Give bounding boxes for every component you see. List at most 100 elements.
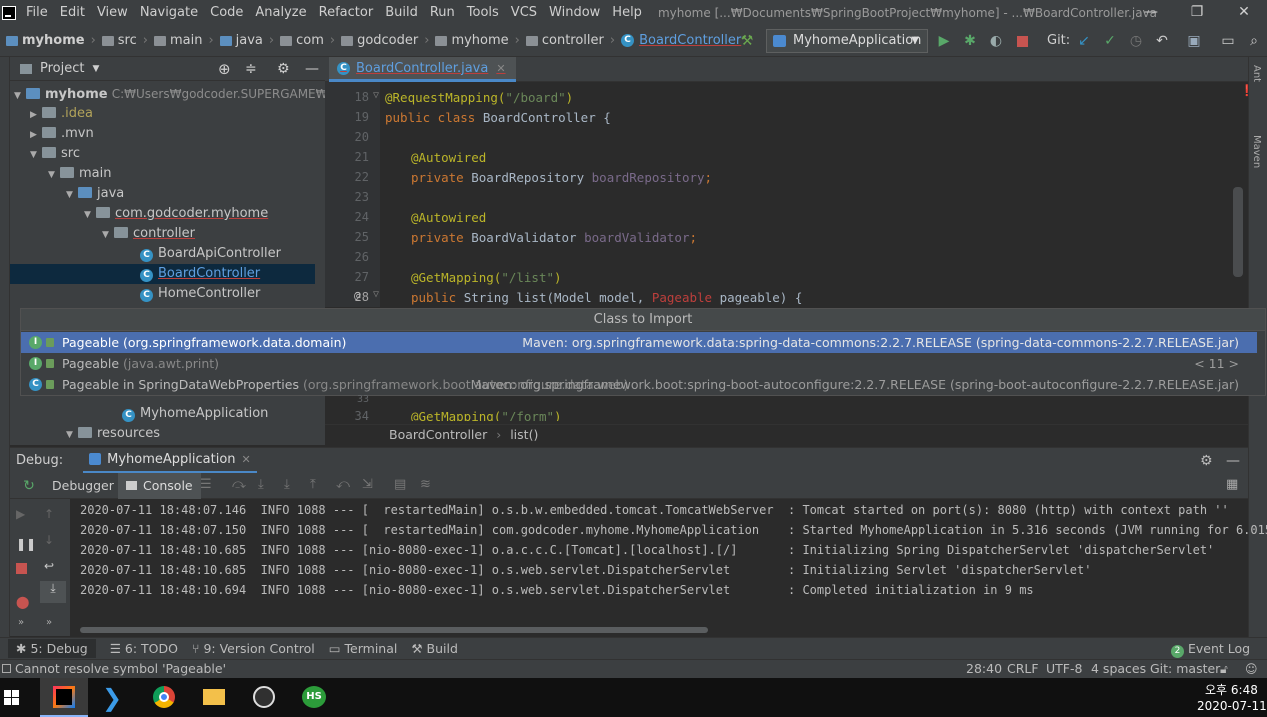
breadcrumb-method[interactable]: list() [510,427,538,442]
menu-analyze[interactable]: Analyze [249,0,312,25]
stop-icon[interactable] [16,563,27,574]
gear-icon[interactable]: ⚙ [1200,453,1213,469]
chevron-down-icon[interactable]: ▼ [92,64,99,74]
menu-help[interactable]: Help [606,0,648,25]
step-into-icon[interactable]: ⤓ [258,477,264,492]
close-icon[interactable]: ✕ [1221,0,1267,25]
expand-icon[interactable]: » [18,617,24,628]
debug-bug-icon[interactable]: ✱ [960,31,980,51]
tool-windows-icon[interactable] [2,664,11,673]
rollback-icon[interactable]: ↶ [1152,31,1172,51]
collapse-all-icon[interactable]: ≑ [245,61,257,77]
code-editor[interactable]: @RequestMapping("/board") public class B… [380,82,1254,307]
hide-icon[interactable]: — [305,61,319,77]
tree-java[interactable]: ▼ java [10,184,124,204]
restore-icon[interactable]: ❐ [1174,0,1220,25]
breadcrumb-godcoder[interactable]: godcoder › [341,33,429,48]
error-indicator-icon[interactable]: ❗ [1240,84,1254,97]
run-configuration-select[interactable]: MyhomeApplication ▼ [766,29,928,53]
pause-icon[interactable]: ❚❚ [16,537,36,551]
line-separator[interactable]: CRLF [1007,660,1039,678]
indent-setting[interactable]: 4 spaces [1091,660,1146,678]
git-commit-icon[interactable]: ✓ [1100,31,1120,51]
breadcrumb-com[interactable]: com › [280,33,335,48]
import-option-row[interactable]: C Pageable in SpringDataWebProperties (o… [21,374,1257,395]
tree-boardapicontroller[interactable]: C BoardApiController [10,244,281,264]
menu-icon[interactable]: ☰ [200,477,212,492]
breadcrumb-main[interactable]: main › [153,33,214,48]
console-output[interactable]: 2020-07-11 18:48:07.146 INFO 1088 --- [ … [70,499,1267,636]
taskbar-intellij[interactable] [40,678,88,717]
coverage-icon[interactable]: ◐ [986,31,1006,51]
minimize-icon[interactable]: — [1128,0,1174,25]
menu-navigate[interactable]: Navigate [134,0,204,25]
history-icon[interactable]: ◷ [1126,31,1146,51]
expand-icon[interactable]: » [46,617,52,628]
breadcrumb-controller[interactable]: controller › [525,33,615,48]
taskbar-time[interactable]: 오후 6:48 [1205,681,1258,698]
breadcrumb-java[interactable]: java › [219,33,274,48]
toolwindow-terminal[interactable]: ▭ Terminal [329,641,398,656]
menu-file[interactable]: File [20,0,54,25]
tab-console[interactable]: Console [118,473,201,499]
force-step-into-icon[interactable]: ⤓ [284,477,290,492]
rerun-icon[interactable]: ↻ [14,473,44,499]
tab-boardcontroller[interactable]: C BoardController.java ✕ [329,57,516,82]
tree-boardcontroller[interactable]: C BoardController [10,264,315,284]
taskbar-vscode[interactable]: ❯ [90,678,138,717]
menu-code[interactable]: Code [204,0,249,25]
presentation-icon[interactable]: ▭ [1218,31,1238,51]
toolwindow-todo[interactable]: ☰ 6: TODO [110,641,178,656]
taskbar-obs[interactable] [240,678,288,717]
soft-wrap-icon[interactable]: ↩ [44,559,54,573]
layout-icon[interactable]: ▦ [1226,477,1238,492]
taskbar-date[interactable]: 2020-07-11 [1197,699,1267,713]
tree-myhomeapplication[interactable]: C MyhomeApplication [10,404,268,424]
search-icon[interactable]: ⌕ [1244,31,1264,51]
menu-run[interactable]: Run [424,0,461,25]
toolwindow-version-control[interactable]: ⑂ 9: Version Control [192,641,315,656]
git-branch[interactable]: Git: master [1150,660,1220,678]
tree-root-myhome[interactable]: ▼ myhome C:₩Users₩godcoder.SUPERGAME₩Doc [10,84,351,104]
step-over-icon[interactable]: ⤼ [232,477,246,492]
tree-mvn[interactable]: ▶ .mvn [10,124,94,144]
breadcrumb-boardcontroller[interactable]: C BoardController [621,33,741,48]
inspector-icon[interactable]: ☺ [1245,660,1258,678]
project-view-select[interactable]: Project [40,61,84,76]
fold-icon[interactable]: ▽ [373,289,379,300]
breakpoints-icon[interactable]: ⬤ [16,595,29,609]
trace-icon[interactable]: ≋ [420,477,431,492]
menu-tools[interactable]: Tools [461,0,505,25]
taskbar-explorer[interactable] [190,678,238,717]
close-tab-icon[interactable]: ✕ [496,62,505,75]
debug-session-tab[interactable]: MyhomeApplication ✕ [83,448,257,474]
git-update-icon[interactable]: ↙ [1074,31,1094,51]
run-to-cursor-icon[interactable]: ⇲ [362,477,373,492]
tree-main[interactable]: ▼ main [10,164,111,184]
toolwindow-build[interactable]: ⚒ Build [411,641,458,656]
lock-icon[interactable]: 🔓︎ [1220,660,1228,678]
menu-refactor[interactable]: Refactor [313,0,380,25]
scroll-down-icon[interactable]: ↓ [44,533,54,547]
event-log-button[interactable]: 2 Event Log [1171,641,1250,658]
taskbar-chrome[interactable] [140,678,188,717]
gear-icon[interactable]: ⚙ [277,61,290,77]
menu-edit[interactable]: Edit [54,0,91,25]
scroll-to-end-icon[interactable]: ⤓ [40,581,66,603]
tree-package[interactable]: ▼ com.godcoder.myhome [10,204,268,224]
breadcrumb-myhome[interactable]: myhome › [6,33,96,48]
scroll-up-icon[interactable]: ↑ [44,507,54,521]
resume-icon[interactable]: ▶ [16,507,25,521]
build-hammer-icon[interactable]: ⚒ [737,31,757,51]
menu-view[interactable]: View [91,0,134,25]
horizontal-scrollbar[interactable] [80,627,708,633]
breadcrumb-src[interactable]: src › [101,33,148,48]
menu-window[interactable]: Window [543,0,606,25]
run-icon[interactable]: ▶ [934,31,954,51]
toolwindow-debug[interactable]: ✱ 5: Debug [8,639,96,658]
tree-src[interactable]: ▼ src [10,144,80,164]
file-encoding[interactable]: UTF-8 [1046,660,1082,678]
evaluate-icon[interactable]: ▤ [394,477,406,492]
tab-debugger[interactable]: Debugger [52,478,114,493]
project-structure-icon[interactable]: ▣ [1184,31,1204,51]
